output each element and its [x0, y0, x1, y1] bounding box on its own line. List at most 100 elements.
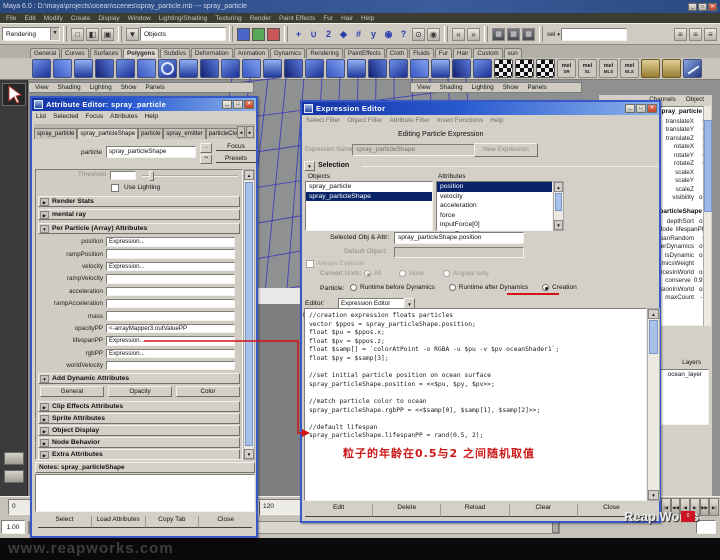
menu-item[interactable]: Object Filter	[347, 117, 382, 124]
focus-button[interactable]: Focus	[216, 143, 256, 151]
radio-icon[interactable]	[399, 270, 406, 277]
chevron-down-icon[interactable]: ▼	[50, 28, 59, 40]
attribute-field[interactable]: <-arrayMapper3.outValuePP	[106, 324, 235, 334]
panel-menu-item[interactable]: Show	[503, 84, 519, 91]
close-icon[interactable]: ✕	[708, 3, 717, 11]
select-component-icon[interactable]	[267, 28, 280, 41]
tab-scroll-left-icon[interactable]: ◄	[237, 126, 245, 138]
attribute-field[interactable]: Expression...	[106, 349, 235, 359]
ui-toggle-3-icon[interactable]: ≡	[704, 28, 717, 41]
shelf-tab[interactable]: Curves	[61, 48, 89, 58]
divider[interactable]	[444, 26, 448, 42]
notes-area[interactable]	[35, 474, 255, 512]
menu-item[interactable]: Modify	[44, 15, 63, 22]
dialog-button[interactable]: Select	[38, 516, 91, 528]
shelf-tab[interactable]: Surfaces	[90, 48, 122, 58]
section-header[interactable]: ▶ mental ray	[38, 209, 240, 220]
node-tab[interactable]: spray_particleShape	[77, 128, 138, 139]
attribute-field[interactable]: Expression...	[106, 262, 235, 272]
layout-shortcut-1[interactable]	[4, 452, 24, 465]
collapse-arrow-icon[interactable]: ▼	[304, 161, 315, 171]
expand-arrow-icon[interactable]: ▶	[40, 403, 49, 411]
copy-node-icon[interactable]: ⇒	[200, 154, 212, 164]
expand-arrow-icon[interactable]: ▶	[40, 198, 49, 206]
playback-button[interactable]: ▶▶	[700, 498, 710, 516]
menu-item[interactable]: Display	[98, 15, 119, 22]
menu-item[interactable]: Insert Functions	[437, 117, 483, 124]
menu-item[interactable]: Paint Effects	[279, 15, 315, 22]
poly-cube-icon[interactable]	[53, 59, 72, 78]
scroll-down-icon[interactable]: ▼	[244, 449, 254, 459]
radio-icon[interactable]	[443, 270, 450, 277]
merge-tool-icon[interactable]	[242, 59, 261, 78]
split-polygon-tool-icon[interactable]	[221, 59, 240, 78]
attribute-field[interactable]	[106, 361, 235, 371]
objects-list-item[interactable]: spray_particle	[306, 182, 432, 192]
triangulate-tool-icon[interactable]	[452, 59, 471, 78]
use-lighting-checkbox[interactable]	[111, 184, 119, 192]
reduce-tool-icon[interactable]	[431, 59, 450, 78]
checker-flag-1-icon[interactable]	[494, 59, 513, 78]
per-particle-section-header[interactable]: ▼ Per Particle (Array) Attributes	[38, 223, 240, 234]
panel-menu-item[interactable]: Lighting	[472, 84, 494, 91]
minimize-icon[interactable]: _	[688, 3, 697, 11]
shelf-tab[interactable]: Subdivs	[160, 48, 190, 58]
menu-item[interactable]: Texturing	[215, 15, 241, 22]
add-attribute-button[interactable]: Opacity	[108, 386, 172, 397]
mel-sl-icon[interactable]: SL	[578, 59, 597, 78]
attribute-field[interactable]	[106, 249, 235, 259]
selection-mask-field[interactable]: Objects	[140, 27, 226, 41]
dialog-button[interactable]: Close	[198, 516, 252, 528]
attributes-scrollbar[interactable]: ▲ ▼	[553, 181, 564, 231]
paint-brush-icon[interactable]	[683, 59, 702, 78]
output-connections-icon[interactable]: »	[467, 28, 480, 41]
always-evaluate-checkbox[interactable]	[306, 260, 314, 268]
menu-item[interactable]: Hair	[341, 15, 353, 22]
attribute-field[interactable]	[106, 299, 235, 309]
script-2-icon[interactable]	[662, 59, 681, 78]
channel-box-menu-item[interactable]: Object	[686, 96, 704, 105]
radio-icon[interactable]	[364, 270, 371, 277]
mel-mls-icon[interactable]: MLS	[599, 59, 618, 78]
attribute-field[interactable]: Expression...	[106, 237, 235, 247]
menu-item[interactable]: File	[6, 15, 16, 22]
scrollbar-thumb[interactable]	[649, 320, 658, 354]
node-tab[interactable]: particle	[138, 128, 163, 139]
lock-icon[interactable]: ⊙	[412, 28, 425, 41]
bevel-tool-icon[interactable]	[263, 59, 282, 78]
selected-obj-field[interactable]: spray_particleShape.position	[394, 232, 524, 244]
shelf-tab[interactable]: Dynamics	[270, 48, 305, 58]
menu-item[interactable]: Attributes	[110, 113, 137, 120]
layers-menu[interactable]: Layers	[682, 359, 701, 366]
snap-curve-icon[interactable]: ∪	[307, 28, 320, 41]
dialog-button[interactable]: Clear	[509, 504, 577, 517]
menu-item[interactable]: Attribute Filter	[389, 117, 429, 124]
menu-item[interactable]: Focus	[85, 113, 103, 120]
add-attribute-button[interactable]: Color	[176, 386, 240, 397]
minimize-icon[interactable]: _	[222, 100, 232, 109]
panel-menu-item[interactable]: Shading	[58, 84, 81, 91]
node-tab[interactable]: particleClo	[206, 128, 240, 139]
wedge-tool-icon[interactable]	[347, 59, 366, 78]
shelf-tab[interactable]: Polygons	[123, 48, 159, 58]
expression-editor-title-bar[interactable]: Expression Editor _ □ ✕	[302, 102, 659, 115]
divider[interactable]	[539, 26, 543, 42]
poly-torus-icon[interactable]	[137, 59, 156, 78]
menu-item[interactable]: Fur	[323, 15, 333, 22]
snap-plane-icon[interactable]: ◆	[337, 28, 350, 41]
panel-menu-item[interactable]: Show	[121, 84, 137, 91]
add-dynamic-section-header[interactable]: ▼ Add Dynamic Attributes	[38, 373, 240, 384]
script-1-icon[interactable]	[641, 59, 660, 78]
cut-faces-tool-icon[interactable]	[389, 59, 408, 78]
attributes-list-item[interactable]: position	[437, 182, 552, 192]
snap-view-icon[interactable]: ◉	[382, 28, 395, 41]
radio-icon[interactable]	[449, 284, 456, 291]
particle-mode-option[interactable]: Runtime after Dynamics	[449, 284, 528, 291]
maximize-icon[interactable]: □	[233, 100, 243, 109]
presets-button[interactable]: Presets	[216, 155, 256, 163]
smooth-tool-icon[interactable]	[179, 59, 198, 78]
section-header[interactable]: ▶ Render Stats	[38, 196, 240, 207]
particle-mode-option[interactable]: Runtime before Dynamics	[350, 284, 435, 291]
shelf-tab[interactable]: Deformation	[191, 48, 233, 58]
dialog-button[interactable]: Copy Tab	[145, 516, 199, 528]
